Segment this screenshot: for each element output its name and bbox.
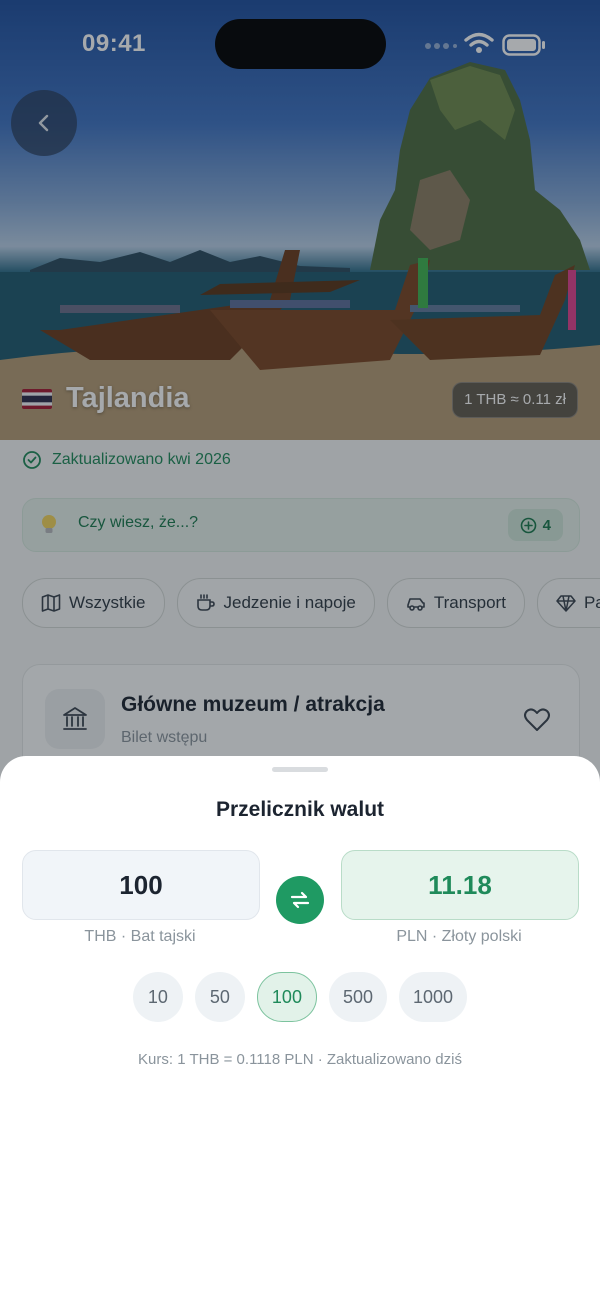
- sheet-grabber[interactable]: [272, 767, 328, 772]
- currency-converter-sheet: Przelicznik walut 100 11.18 THB · Bat ta…: [0, 756, 600, 1304]
- quick-amount-10[interactable]: 10: [132, 972, 183, 1022]
- quick-amount-50[interactable]: 50: [194, 972, 245, 1022]
- sheet-title: Przelicznik walut: [215, 798, 385, 821]
- quick-amount-100[interactable]: 100: [256, 972, 317, 1022]
- to-currency-label: PLN · Złoty polski: [396, 928, 522, 945]
- from-amount-input[interactable]: 100: [22, 850, 260, 920]
- exchange-rate-info: Kurs: 1 THB = 0.1118 PLN · Zaktualizowan…: [138, 1051, 462, 1068]
- quick-amounts: 10 50 100 500 1000: [0, 972, 600, 1022]
- swap-currencies-button[interactable]: [276, 876, 324, 924]
- quick-amount-500[interactable]: 500: [328, 972, 388, 1022]
- swap-arrows-icon: [290, 891, 310, 909]
- from-currency-label: THB · Bat tajski: [84, 928, 196, 945]
- quick-amount-1000[interactable]: 1000: [399, 972, 468, 1022]
- to-amount-output: 11.18: [341, 850, 579, 920]
